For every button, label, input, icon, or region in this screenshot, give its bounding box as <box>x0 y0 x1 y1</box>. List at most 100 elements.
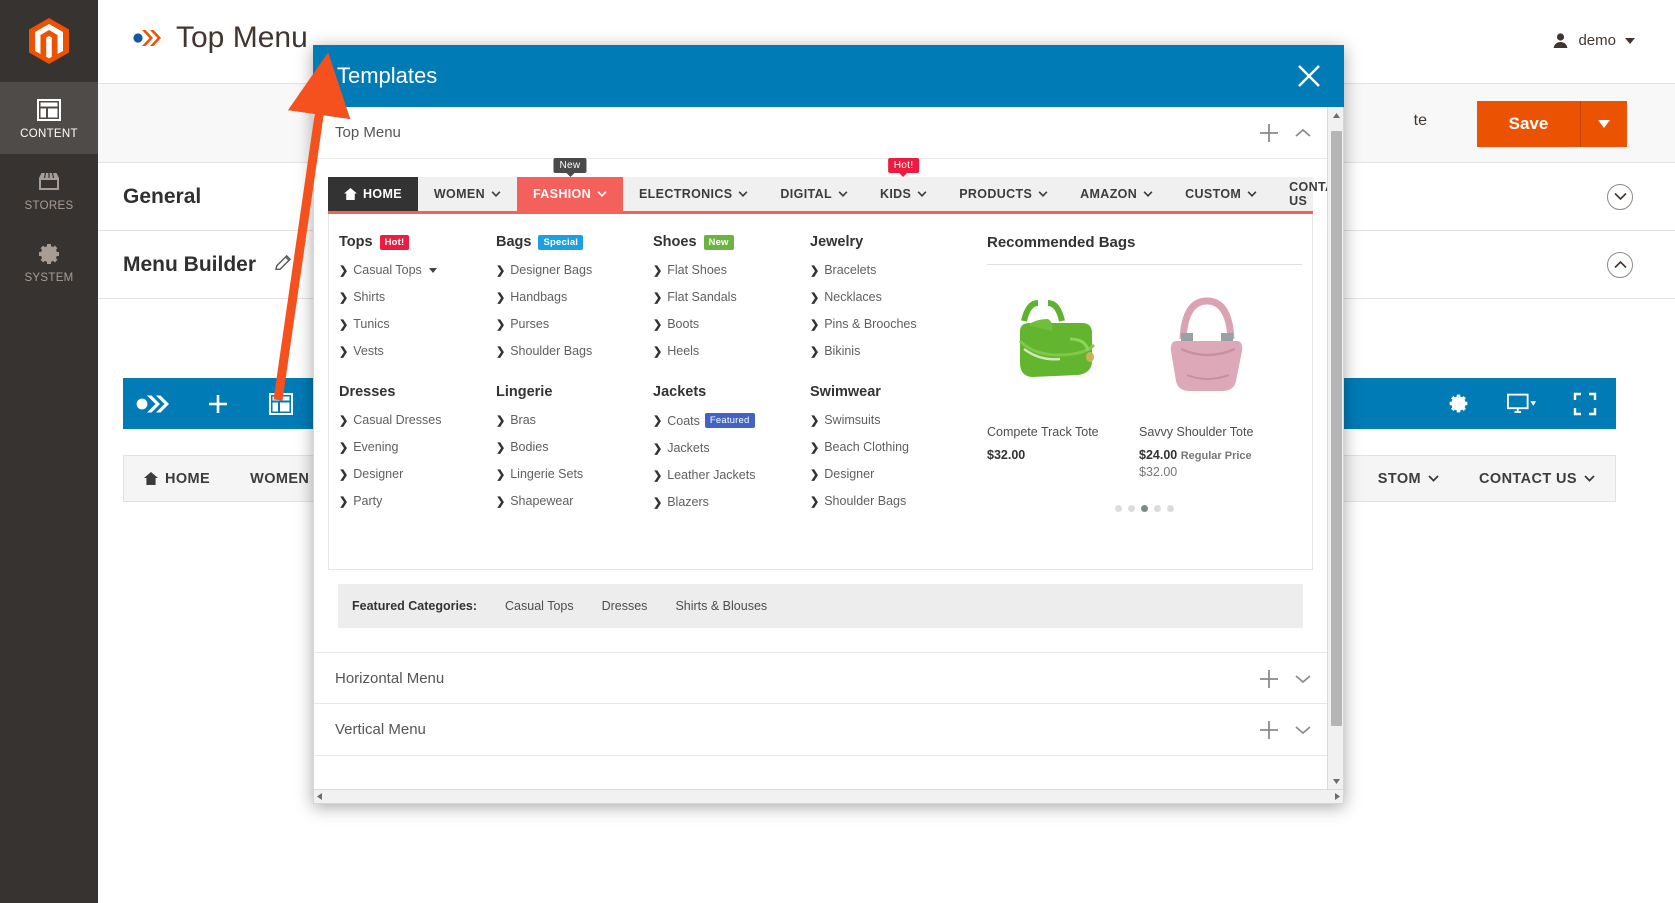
mega-link[interactable]: ❯ Lingerie Sets <box>496 467 653 481</box>
mega-link[interactable]: ❯ Flat Sandals <box>653 290 810 304</box>
user-menu[interactable]: demo <box>1552 32 1635 49</box>
delete-button[interactable]: te <box>1414 112 1427 130</box>
chevron-right-icon: ❯ <box>496 264 506 277</box>
chevron-right-icon: ❯ <box>653 415 663 427</box>
mega-link[interactable]: ❯ Bras <box>496 413 653 427</box>
mega-link[interactable]: ❯ Coats Featured <box>653 413 810 428</box>
home-icon <box>144 472 158 485</box>
nav-item-electronics[interactable]: ELECTRONICS <box>623 177 764 211</box>
mega-link[interactable]: ❯ Shoulder Bags <box>496 344 653 358</box>
scroll-right-arrow-icon[interactable] <box>1334 792 1341 801</box>
mega-link-label: Lingerie Sets <box>510 467 584 481</box>
carousel-dot[interactable] <box>1115 505 1122 512</box>
carousel-dot[interactable] <box>1167 505 1174 512</box>
sidebar-item-label: CONTENT <box>20 127 78 140</box>
magento-logo-icon[interactable] <box>0 0 98 82</box>
nav-item-contact-us[interactable]: CONTACT US <box>1273 177 1327 211</box>
carousel-dot-active[interactable] <box>1141 505 1148 512</box>
featured-category-item[interactable]: Dresses <box>602 599 648 613</box>
edit-pencil-icon[interactable] <box>274 253 293 277</box>
chevron-right-icon: ❯ <box>810 264 820 277</box>
chevron-down-icon[interactable] <box>1295 671 1311 687</box>
scroll-down-arrow-icon[interactable] <box>1328 773 1343 789</box>
mega-link-label: Bodies <box>510 440 549 454</box>
mega-link[interactable]: ❯ Purses <box>496 317 653 331</box>
mega-link[interactable]: ❯ Designer Bags <box>496 263 653 277</box>
nav-item-women[interactable]: WOMEN <box>418 177 517 211</box>
chevron-up-icon[interactable] <box>1295 125 1311 141</box>
accordion-header-vertical-menu[interactable]: Vertical Menu <box>314 704 1327 756</box>
fullscreen-button[interactable] <box>1553 378 1616 429</box>
mega-link[interactable]: ❯ Designer <box>810 467 967 481</box>
mega-link[interactable]: ❯ Pins & Brooches <box>810 317 967 331</box>
scrollbar-thumb[interactable] <box>1331 131 1342 726</box>
carousel-dot[interactable] <box>1128 505 1135 512</box>
section-general-toggle[interactable] <box>1607 183 1633 210</box>
sidebar-item-stores[interactable]: STORES <box>0 154 98 226</box>
nav-item-products[interactable]: PRODUCTS <box>943 177 1064 211</box>
mega-link[interactable]: ❯ Jackets <box>653 441 810 455</box>
nav-item-fashion[interactable]: New FASHION <box>516 158 623 211</box>
front-nav-item-home[interactable]: HOME <box>124 471 230 487</box>
mega-link[interactable]: ❯ Tunics <box>339 317 496 331</box>
chevron-down-icon[interactable] <box>1295 722 1311 738</box>
mega-link[interactable]: ❯ Handbags <box>496 290 653 304</box>
mega-link[interactable]: ❯ Vests <box>339 344 496 358</box>
templates-button[interactable] <box>249 378 312 429</box>
mega-link[interactable]: ❯ Bikinis <box>810 344 967 358</box>
mega-link-label: Tunics <box>353 317 390 331</box>
section-menu-builder-toggle[interactable] <box>1607 251 1633 278</box>
add-menu-item-button[interactable] <box>186 378 249 429</box>
save-button[interactable]: Save <box>1477 101 1581 147</box>
mega-link[interactable]: ❯ Bracelets <box>810 263 967 277</box>
mega-link[interactable]: ❯ Bodies <box>496 440 653 454</box>
nav-item-amazon[interactable]: AMAZON <box>1064 177 1169 211</box>
front-nav-item-contact-us[interactable]: CONTACT US <box>1459 471 1615 487</box>
sidebar-item-content[interactable]: CONTENT <box>0 82 98 154</box>
nav-item-digital[interactable]: DIGITAL <box>764 177 864 211</box>
plus-icon[interactable] <box>1259 669 1279 689</box>
mega-link[interactable]: ❯ Shapewear <box>496 494 653 508</box>
carousel-dot[interactable] <box>1154 505 1161 512</box>
scroll-up-arrow-icon[interactable] <box>1328 107 1343 123</box>
builder-brand-icon[interactable] <box>123 378 186 429</box>
featured-category-item[interactable]: Shirts & Blouses <box>675 599 767 613</box>
mega-link[interactable]: ❯ Leather Jackets <box>653 468 810 482</box>
plus-icon[interactable] <box>1259 123 1279 143</box>
product-card[interactable]: Compete Track Tote $32.00 <box>987 273 1121 479</box>
mega-link[interactable]: ❯ Blazers <box>653 495 810 509</box>
front-nav-item-custom[interactable]: STOM <box>1358 471 1459 487</box>
mega-link[interactable]: ❯ Heels <box>653 344 810 358</box>
nav-item-kids[interactable]: Hot! KIDS <box>864 158 943 211</box>
modal-horizontal-scrollbar[interactable] <box>314 789 1343 803</box>
save-dropdown-button[interactable] <box>1581 101 1627 147</box>
mega-link[interactable]: ❯ Necklaces <box>810 290 967 304</box>
accordion-header-top-menu[interactable]: Top Menu <box>314 107 1327 159</box>
mega-link[interactable]: ❯ Party <box>339 494 496 508</box>
mega-link[interactable]: ❯ Beach Clothing <box>810 440 967 454</box>
nav-item-custom[interactable]: CUSTOM <box>1169 177 1273 211</box>
modal-close-button[interactable] <box>1292 59 1326 93</box>
mega-link[interactable]: ❯ Shoulder Bags <box>810 494 967 508</box>
mega-link-label: Swimsuits <box>824 413 881 427</box>
mega-link[interactable]: ❯ Boots <box>653 317 810 331</box>
sidebar-item-system[interactable]: SYSTEM <box>0 226 98 298</box>
mega-link[interactable]: ❯ Flat Shoes <box>653 263 810 277</box>
device-preview-button[interactable] <box>1490 378 1553 429</box>
mega-link[interactable]: ❯ Casual Tops <box>339 263 496 277</box>
content-layout-icon <box>37 98 61 121</box>
mega-link[interactable]: ❯ Evening <box>339 440 496 454</box>
mega-link[interactable]: ❯ Casual Dresses <box>339 413 496 427</box>
product-card[interactable]: Savvy Shoulder Tote $24.00 Regular Price… <box>1139 273 1273 479</box>
mega-link[interactable]: ❯ Swimsuits <box>810 413 967 427</box>
plus-icon[interactable] <box>1259 720 1279 740</box>
scroll-left-arrow-icon[interactable] <box>316 792 323 801</box>
mega-link[interactable]: ❯ Designer <box>339 467 496 481</box>
featured-category-item[interactable]: Casual Tops <box>505 599 574 613</box>
nav-item-home[interactable]: HOME <box>328 177 418 211</box>
settings-button[interactable] <box>1427 378 1490 429</box>
mega-link[interactable]: ❯ Shirts <box>339 290 496 304</box>
modal-vertical-scrollbar[interactable] <box>1327 107 1343 789</box>
accordion-header-horizontal-menu[interactable]: Horizontal Menu <box>314 652 1327 704</box>
screen-root: CONTENT STORES SYSTEM Top Menu demo te S… <box>0 0 1675 903</box>
